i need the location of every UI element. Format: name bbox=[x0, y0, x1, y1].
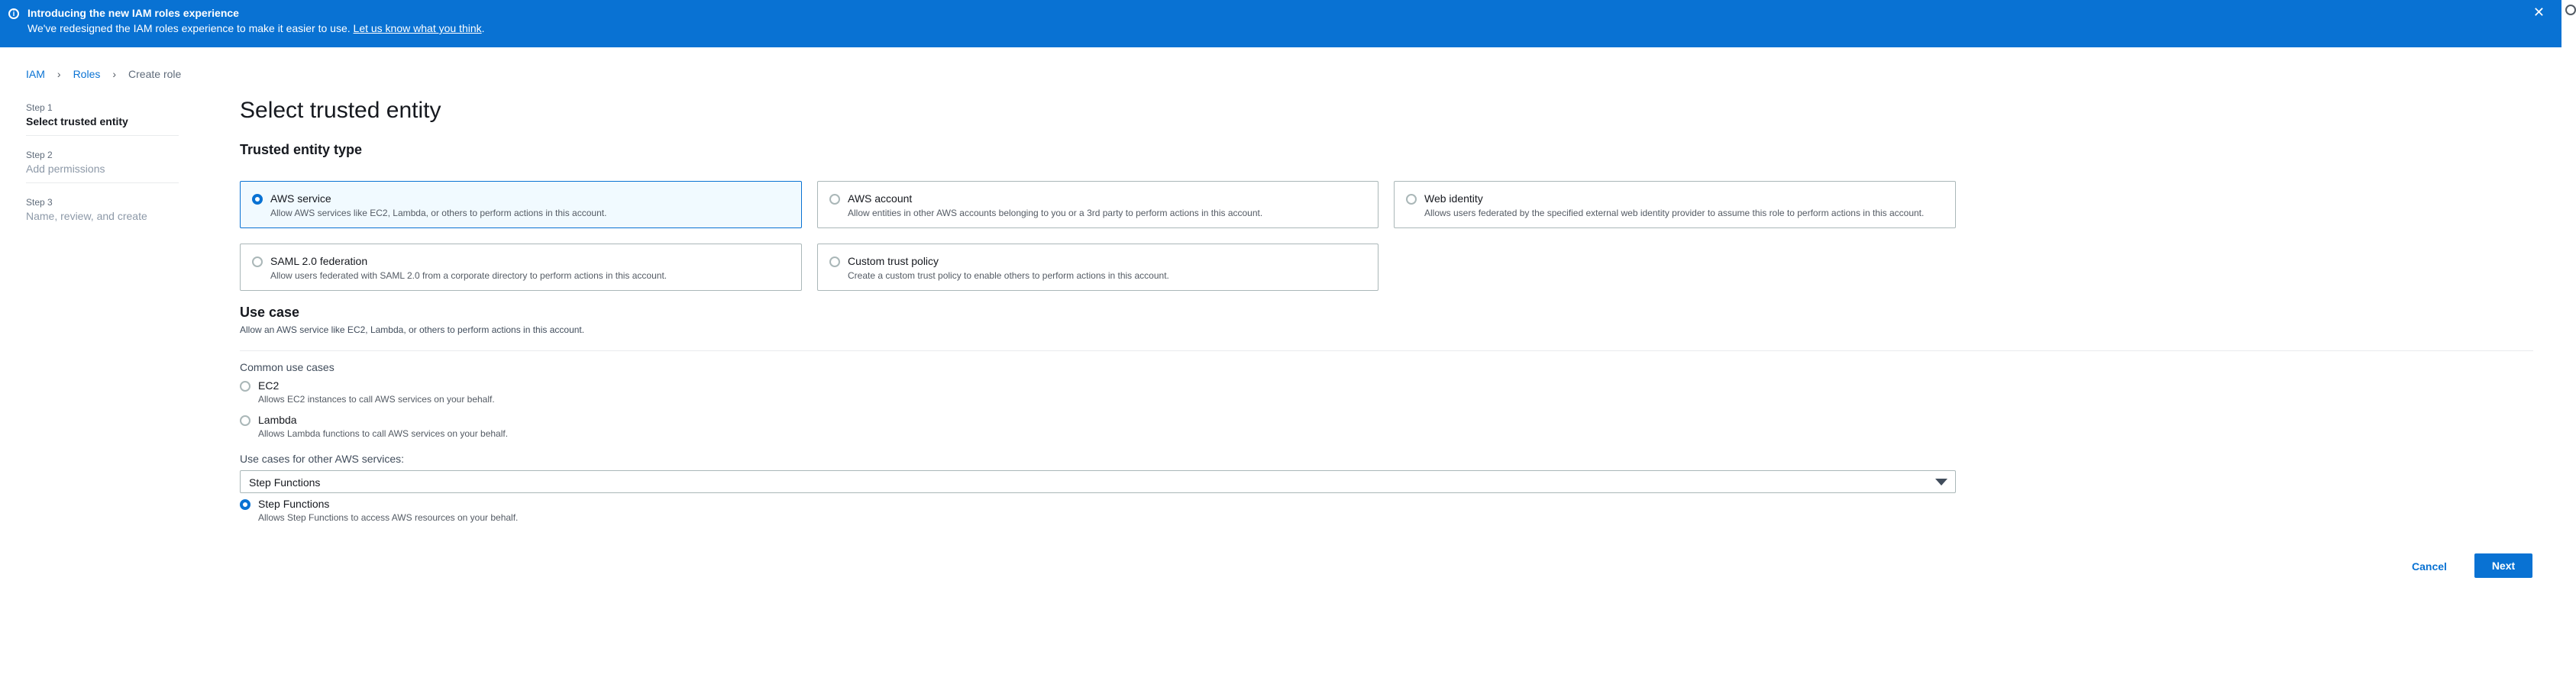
step-2: Step 2 Add permissions bbox=[26, 150, 179, 175]
radio-icon[interactable] bbox=[829, 256, 840, 267]
next-button[interactable]: Next bbox=[2474, 553, 2532, 578]
step-number: Step 2 bbox=[26, 150, 53, 160]
use-case-subtitle: Allow an AWS service like EC2, Lambda, o… bbox=[240, 324, 585, 335]
option-description: Allows Step Functions to access AWS reso… bbox=[258, 512, 519, 523]
step-label: Select trusted entity bbox=[26, 115, 128, 127]
section-divider bbox=[240, 350, 2533, 351]
tile-web-identity[interactable]: Web identity Allows users federated by t… bbox=[1394, 181, 1956, 228]
tile-saml-federation[interactable]: SAML 2.0 federation Allow users federate… bbox=[240, 244, 802, 291]
radio-icon[interactable] bbox=[829, 194, 840, 205]
select-value: Step Functions bbox=[249, 476, 321, 489]
close-icon[interactable]: ✕ bbox=[2533, 5, 2545, 21]
trusted-entity-heading: Trusted entity type bbox=[240, 142, 363, 157]
banner-message-text: We've redesigned the IAM roles experienc… bbox=[27, 22, 351, 34]
radio-icon[interactable] bbox=[240, 415, 250, 426]
feedback-link[interactable]: Let us know what you think bbox=[354, 22, 482, 34]
common-use-cases-label: Common use cases bbox=[240, 361, 335, 373]
step-number: Step 3 bbox=[26, 197, 53, 208]
tile-description: Allow AWS services like EC2, Lambda, or … bbox=[270, 208, 607, 218]
option-description: Allows Lambda functions to call AWS serv… bbox=[258, 428, 509, 439]
tile-description: Allow entities in other AWS accounts bel… bbox=[848, 208, 1263, 218]
chevron-right-icon: › bbox=[57, 68, 61, 80]
step-divider bbox=[26, 182, 179, 183]
info-banner: i Introducing the new IAM roles experien… bbox=[0, 0, 2561, 47]
banner-message: We've redesigned the IAM roles experienc… bbox=[27, 22, 485, 34]
step-label: Name, review, and create bbox=[26, 210, 147, 222]
service-select[interactable]: Step Functions bbox=[240, 470, 1956, 493]
tile-aws-account[interactable]: AWS account Allow entities in other AWS … bbox=[817, 181, 1378, 228]
chevron-right-icon: › bbox=[112, 68, 117, 80]
tile-title: AWS service bbox=[270, 192, 331, 205]
tile-title: AWS account bbox=[848, 192, 913, 205]
tile-aws-service[interactable]: AWS service Allow AWS services like EC2,… bbox=[240, 181, 802, 228]
option-title: Lambda bbox=[258, 414, 297, 426]
use-case-heading: Use case bbox=[240, 305, 300, 320]
radio-icon[interactable] bbox=[252, 256, 263, 267]
step-divider bbox=[26, 135, 179, 136]
step-number: Step 1 bbox=[26, 102, 53, 113]
breadcrumb: IAM › Roles › Create role bbox=[26, 68, 181, 80]
radio-icon[interactable] bbox=[240, 499, 250, 510]
breadcrumb-current: Create role bbox=[128, 68, 182, 80]
tile-description: Allows users federated by the specified … bbox=[1424, 208, 1925, 218]
tile-description: Create a custom trust policy to enable o… bbox=[848, 270, 1169, 281]
page-title: Select trusted entity bbox=[240, 98, 441, 123]
radio-icon[interactable] bbox=[252, 194, 263, 205]
tile-description: Allow users federated with SAML 2.0 from… bbox=[270, 270, 667, 281]
step-1[interactable]: Step 1 Select trusted entity bbox=[26, 102, 179, 127]
radio-icon[interactable] bbox=[240, 381, 250, 392]
wizard-steps: Step 1 Select trusted entity Step 2 Add … bbox=[26, 102, 179, 222]
info-icon: i bbox=[8, 8, 19, 19]
step-label: Add permissions bbox=[26, 163, 105, 175]
radio-icon[interactable] bbox=[1406, 194, 1417, 205]
tile-title: Custom trust policy bbox=[848, 255, 939, 267]
option-description: Allows EC2 instances to call AWS service… bbox=[258, 394, 495, 405]
cancel-button[interactable]: Cancel bbox=[2403, 555, 2456, 578]
caret-down-icon bbox=[1935, 479, 1947, 486]
banner-period: . bbox=[481, 22, 485, 34]
other-services-label: Use cases for other AWS services: bbox=[240, 453, 404, 465]
tile-title: Web identity bbox=[1424, 192, 1483, 205]
tile-title: SAML 2.0 federation bbox=[270, 255, 368, 267]
breadcrumb-roles[interactable]: Roles bbox=[73, 68, 101, 80]
banner-title: Introducing the new IAM roles experience bbox=[27, 7, 239, 19]
tile-custom-trust-policy[interactable]: Custom trust policy Create a custom trus… bbox=[817, 244, 1378, 291]
breadcrumb-iam[interactable]: IAM bbox=[26, 68, 45, 80]
step-3: Step 3 Name, review, and create bbox=[26, 197, 179, 222]
option-title: EC2 bbox=[258, 379, 280, 392]
help-icon[interactable] bbox=[2565, 5, 2576, 15]
option-title: Step Functions bbox=[258, 498, 330, 510]
